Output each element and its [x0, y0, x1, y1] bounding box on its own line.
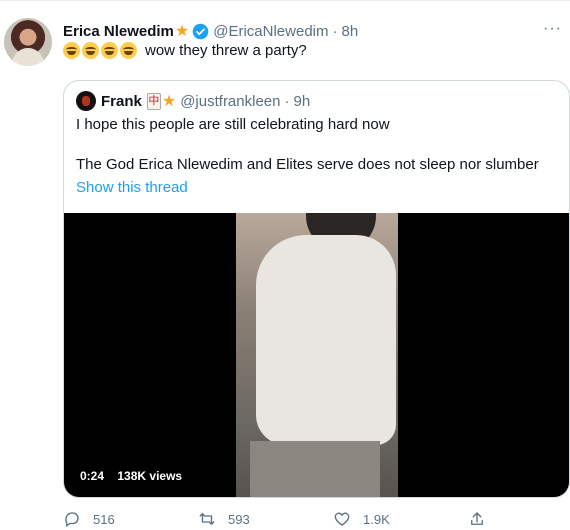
- video-player[interactable]: 0:24 138K views: [64, 213, 569, 497]
- tears-of-joy-emoji-icon: [63, 42, 80, 59]
- retweet-count: 593: [228, 511, 250, 527]
- heart-icon: [334, 512, 350, 526]
- tweet-body: wow they threw a party?: [145, 42, 307, 59]
- like-button[interactable]: 1.9K: [333, 510, 390, 528]
- divider: [0, 0, 570, 1]
- quote-avatar: [76, 91, 96, 111]
- quote-text-line: The God Erica Nlewedim and Elites serve …: [76, 156, 539, 173]
- separator-dot: ·: [332, 22, 338, 40]
- tweet-timestamp[interactable]: 8h: [342, 23, 359, 40]
- video-duration: 0:24: [80, 469, 105, 483]
- separator-dot: ·: [284, 92, 290, 110]
- quote-handle: @justfrankleen: [180, 92, 281, 110]
- retweet-button[interactable]: 593: [198, 510, 250, 528]
- author-avatar[interactable]: [4, 18, 52, 66]
- video-info: 0:24 138K views: [80, 469, 192, 483]
- show-thread-link[interactable]: Show this thread: [76, 179, 188, 196]
- share-icon: [471, 512, 483, 525]
- author-name[interactable]: Erica Nlewedim: [63, 23, 174, 40]
- star-emoji-icon: ★: [161, 93, 177, 110]
- retweet-icon: [199, 513, 215, 525]
- author-handle[interactable]: @EricaNlewedim: [213, 23, 328, 40]
- share-button[interactable]: [468, 510, 498, 528]
- reply-icon: [65, 512, 79, 528]
- action-bar: 516 593 1.9K: [63, 510, 533, 530]
- quote-author-name: Frank: [101, 92, 142, 110]
- quote-text-line: I hope this people are still celebrating…: [76, 116, 390, 133]
- quote-header: Frank 中 ★ @justfrankleen · 9h: [76, 91, 310, 111]
- tears-of-joy-emoji-icon: [120, 42, 137, 59]
- quote-timestamp: 9h: [293, 92, 311, 110]
- verified-badge-icon: [192, 23, 209, 39]
- tweet-header: Erica Nlewedim ★ @EricaNlewedim · 8h: [63, 21, 358, 41]
- reply-button[interactable]: 516: [63, 510, 115, 528]
- tweet-text: wow they threw a party?: [63, 42, 307, 59]
- tears-of-joy-emoji-icon: [101, 42, 118, 59]
- mahjong-tile-icon: 中: [146, 92, 161, 110]
- reply-count: 516: [93, 511, 115, 527]
- video-views: 138K views: [117, 469, 183, 483]
- like-count: 1.9K: [363, 511, 390, 527]
- star-emoji-icon: ★: [174, 23, 190, 40]
- more-options-icon[interactable]: ···: [543, 20, 562, 38]
- video-frame: [236, 213, 398, 497]
- tears-of-joy-emoji-icon: [82, 42, 99, 59]
- quoted-tweet[interactable]: Frank 中 ★ @justfrankleen · 9h I hope thi…: [63, 80, 570, 498]
